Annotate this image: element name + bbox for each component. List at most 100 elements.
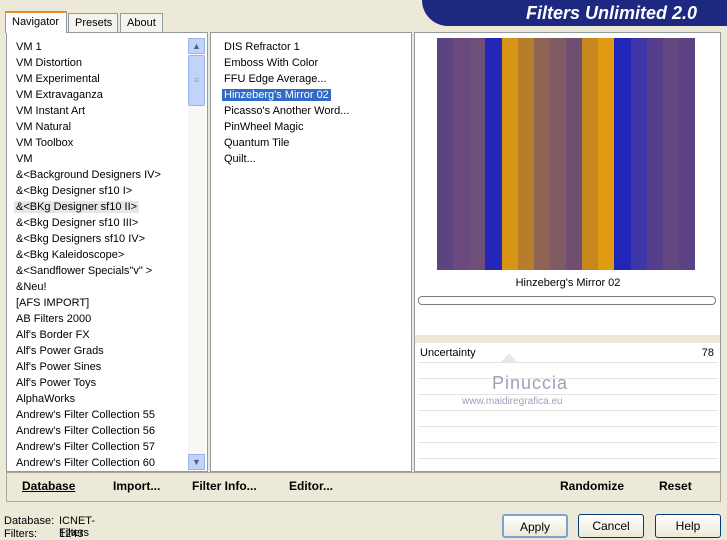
watermark-site: www.maidiregrafica.eu [462,396,563,407]
category-item[interactable]: VM Extravaganza [14,87,163,103]
preview-stripe [566,38,583,270]
param-value: 78 [701,347,714,359]
filter-item[interactable]: Picasso's Another Word... [222,103,351,119]
param-row-empty [418,442,718,459]
category-item[interactable]: VM Distortion [14,55,163,71]
category-item[interactable]: Andrew's Filter Collection 60 [14,455,163,471]
filter-item-label: Picasso's Another Word... [224,105,350,117]
slider-pointer-icon[interactable] [501,353,517,362]
preview-stripe [678,38,695,270]
preview-stripe [437,38,454,270]
category-item-label: &<Background Designers IV> [16,169,161,181]
filter-name-label: Hinzeberg's Mirror 02 [515,277,621,289]
filter-item[interactable]: PinWheel Magic [222,119,351,135]
status-filters-value: 1243 [59,528,84,540]
filter-item[interactable]: FFU Edge Average... [222,71,351,87]
preview-stripe [453,38,470,270]
status-database: Database: ICNET-Filters [4,515,95,539]
category-item[interactable]: &<Sandflower Specials"v" > [14,263,163,279]
category-item[interactable]: Andrew's Filter Collection 55 [14,407,163,423]
category-item[interactable]: &<Bkg Designer sf10 I> [14,183,163,199]
filter-list[interactable]: DIS Refractor 1 Emboss With Color FFU Edge… [222,39,351,167]
filter-info-link[interactable]: Filter Info... [192,479,257,493]
category-item[interactable]: &<BKg Designer sf10 II> [14,199,163,215]
scroll-thumb[interactable]: ≡ [188,55,205,106]
preview-stripe [549,38,566,270]
category-item-label: VM Natural [16,121,72,133]
category-item-label: Andrew's Filter Collection 55 [16,409,156,421]
category-item[interactable]: Alf's Power Toys [14,375,163,391]
category-item[interactable]: AB Filters 2000 [14,311,163,327]
filter-item-label: DIS Refractor 1 [224,41,300,53]
preview-stripe [662,38,679,270]
preview-stripe [582,38,599,270]
param-row-empty [418,410,718,427]
filter-item-label: PinWheel Magic [224,121,304,133]
category-item[interactable]: Alf's Power Sines [14,359,163,375]
filter-item-label: Quantum Tile [224,137,290,149]
scroll-up-icon[interactable]: ▲ [188,38,205,54]
category-item[interactable]: [AFS IMPORT] [14,295,163,311]
category-item[interactable]: &<Bkg Designers sf10 IV> [14,231,163,247]
preview-stripe [533,38,550,270]
editor-link[interactable]: Editor... [289,479,333,493]
category-item[interactable]: Alf's Power Grads [14,343,163,359]
filter-item[interactable]: DIS Refractor 1 [222,39,351,55]
category-item[interactable]: AlphaWorks [14,391,163,407]
import-link[interactable]: Import... [113,479,160,493]
filter-item[interactable]: Quilt... [222,151,351,167]
category-panel: VM 1 VM Distortion VM Experimental VM Extra… [6,32,208,472]
preview-stripe [614,38,631,270]
category-item[interactable]: VM Natural [14,119,163,135]
preview-stripe [501,38,518,270]
tab-presets[interactable]: Presets [68,13,118,32]
category-item-label: [AFS IMPORT] [16,297,90,309]
category-item-label: Alf's Power Toys [16,377,97,389]
category-item[interactable]: &<Bkg Designer sf10 III> [14,215,163,231]
preview-stripe [469,38,486,270]
category-item-label: VM Experimental [16,73,100,85]
watermark-name: Pinuccia [492,373,569,393]
category-item[interactable]: &<Background Designers IV> [14,167,163,183]
filter-item-label: FFU Edge Average... [224,73,327,85]
reset-link[interactable]: Reset [659,479,692,493]
category-item[interactable]: &Neu! [14,279,163,295]
category-item[interactable]: VM Experimental [14,71,163,87]
category-item-label: VM Distortion [16,57,83,69]
filter-panel: DIS Refractor 1 Emboss With Color FFU Edge… [210,32,412,472]
status-filters: Filters: 1243 [4,528,83,540]
category-item-label: Alf's Border FX [16,329,90,341]
uncertainty-slider[interactable]: Uncertainty 78 [418,346,718,363]
category-item[interactable]: Alf's Border FX [14,327,163,343]
category-item-label: Andrew's Filter Collection 56 [16,425,156,437]
filter-item[interactable]: Quantum Tile [222,135,351,151]
category-item[interactable]: VM Instant Art [14,103,163,119]
preview-stripe [646,38,663,270]
category-item-label: Andrew's Filter Collection 57 [16,441,156,453]
scroll-down-icon[interactable]: ▼ [188,454,205,470]
tab-navigator[interactable]: Navigator [5,11,67,33]
category-item[interactable]: Andrew's Filter Collection 56 [14,423,163,439]
category-item[interactable]: VM [14,151,163,167]
category-list[interactable]: VM 1 VM Distortion VM Experimental VM Extra… [14,39,163,471]
database-link[interactable]: Database [22,479,75,493]
category-item-label: Alf's Power Sines [16,361,102,373]
randomize-link[interactable]: Randomize [560,479,624,493]
preview-stripe [598,38,615,270]
category-item[interactable]: &<Bkg Kaleidoscope> [14,247,163,263]
progress-bar [418,296,716,305]
category-item-label: &<Bkg Designers sf10 IV> [16,233,146,245]
category-item[interactable]: Andrew's Filter Collection 57 [14,439,163,455]
category-scrollbar[interactable]: ▲ ≡ ▼ [188,38,205,470]
apply-button[interactable]: Apply [502,514,568,538]
help-button[interactable]: Help [655,514,721,538]
category-item-label: VM Instant Art [16,105,86,117]
cancel-button[interactable]: Cancel [578,514,644,538]
category-item[interactable]: VM Toolbox [14,135,163,151]
tab-about[interactable]: About [120,13,163,32]
category-item-label: &<Bkg Designer sf10 I> [16,185,133,197]
filter-item[interactable]: Emboss With Color [222,55,351,71]
status-database-label: Database: [4,515,55,527]
filter-item[interactable]: Hinzeberg's Mirror 02 [222,87,351,103]
category-item[interactable]: VM 1 [14,39,163,55]
